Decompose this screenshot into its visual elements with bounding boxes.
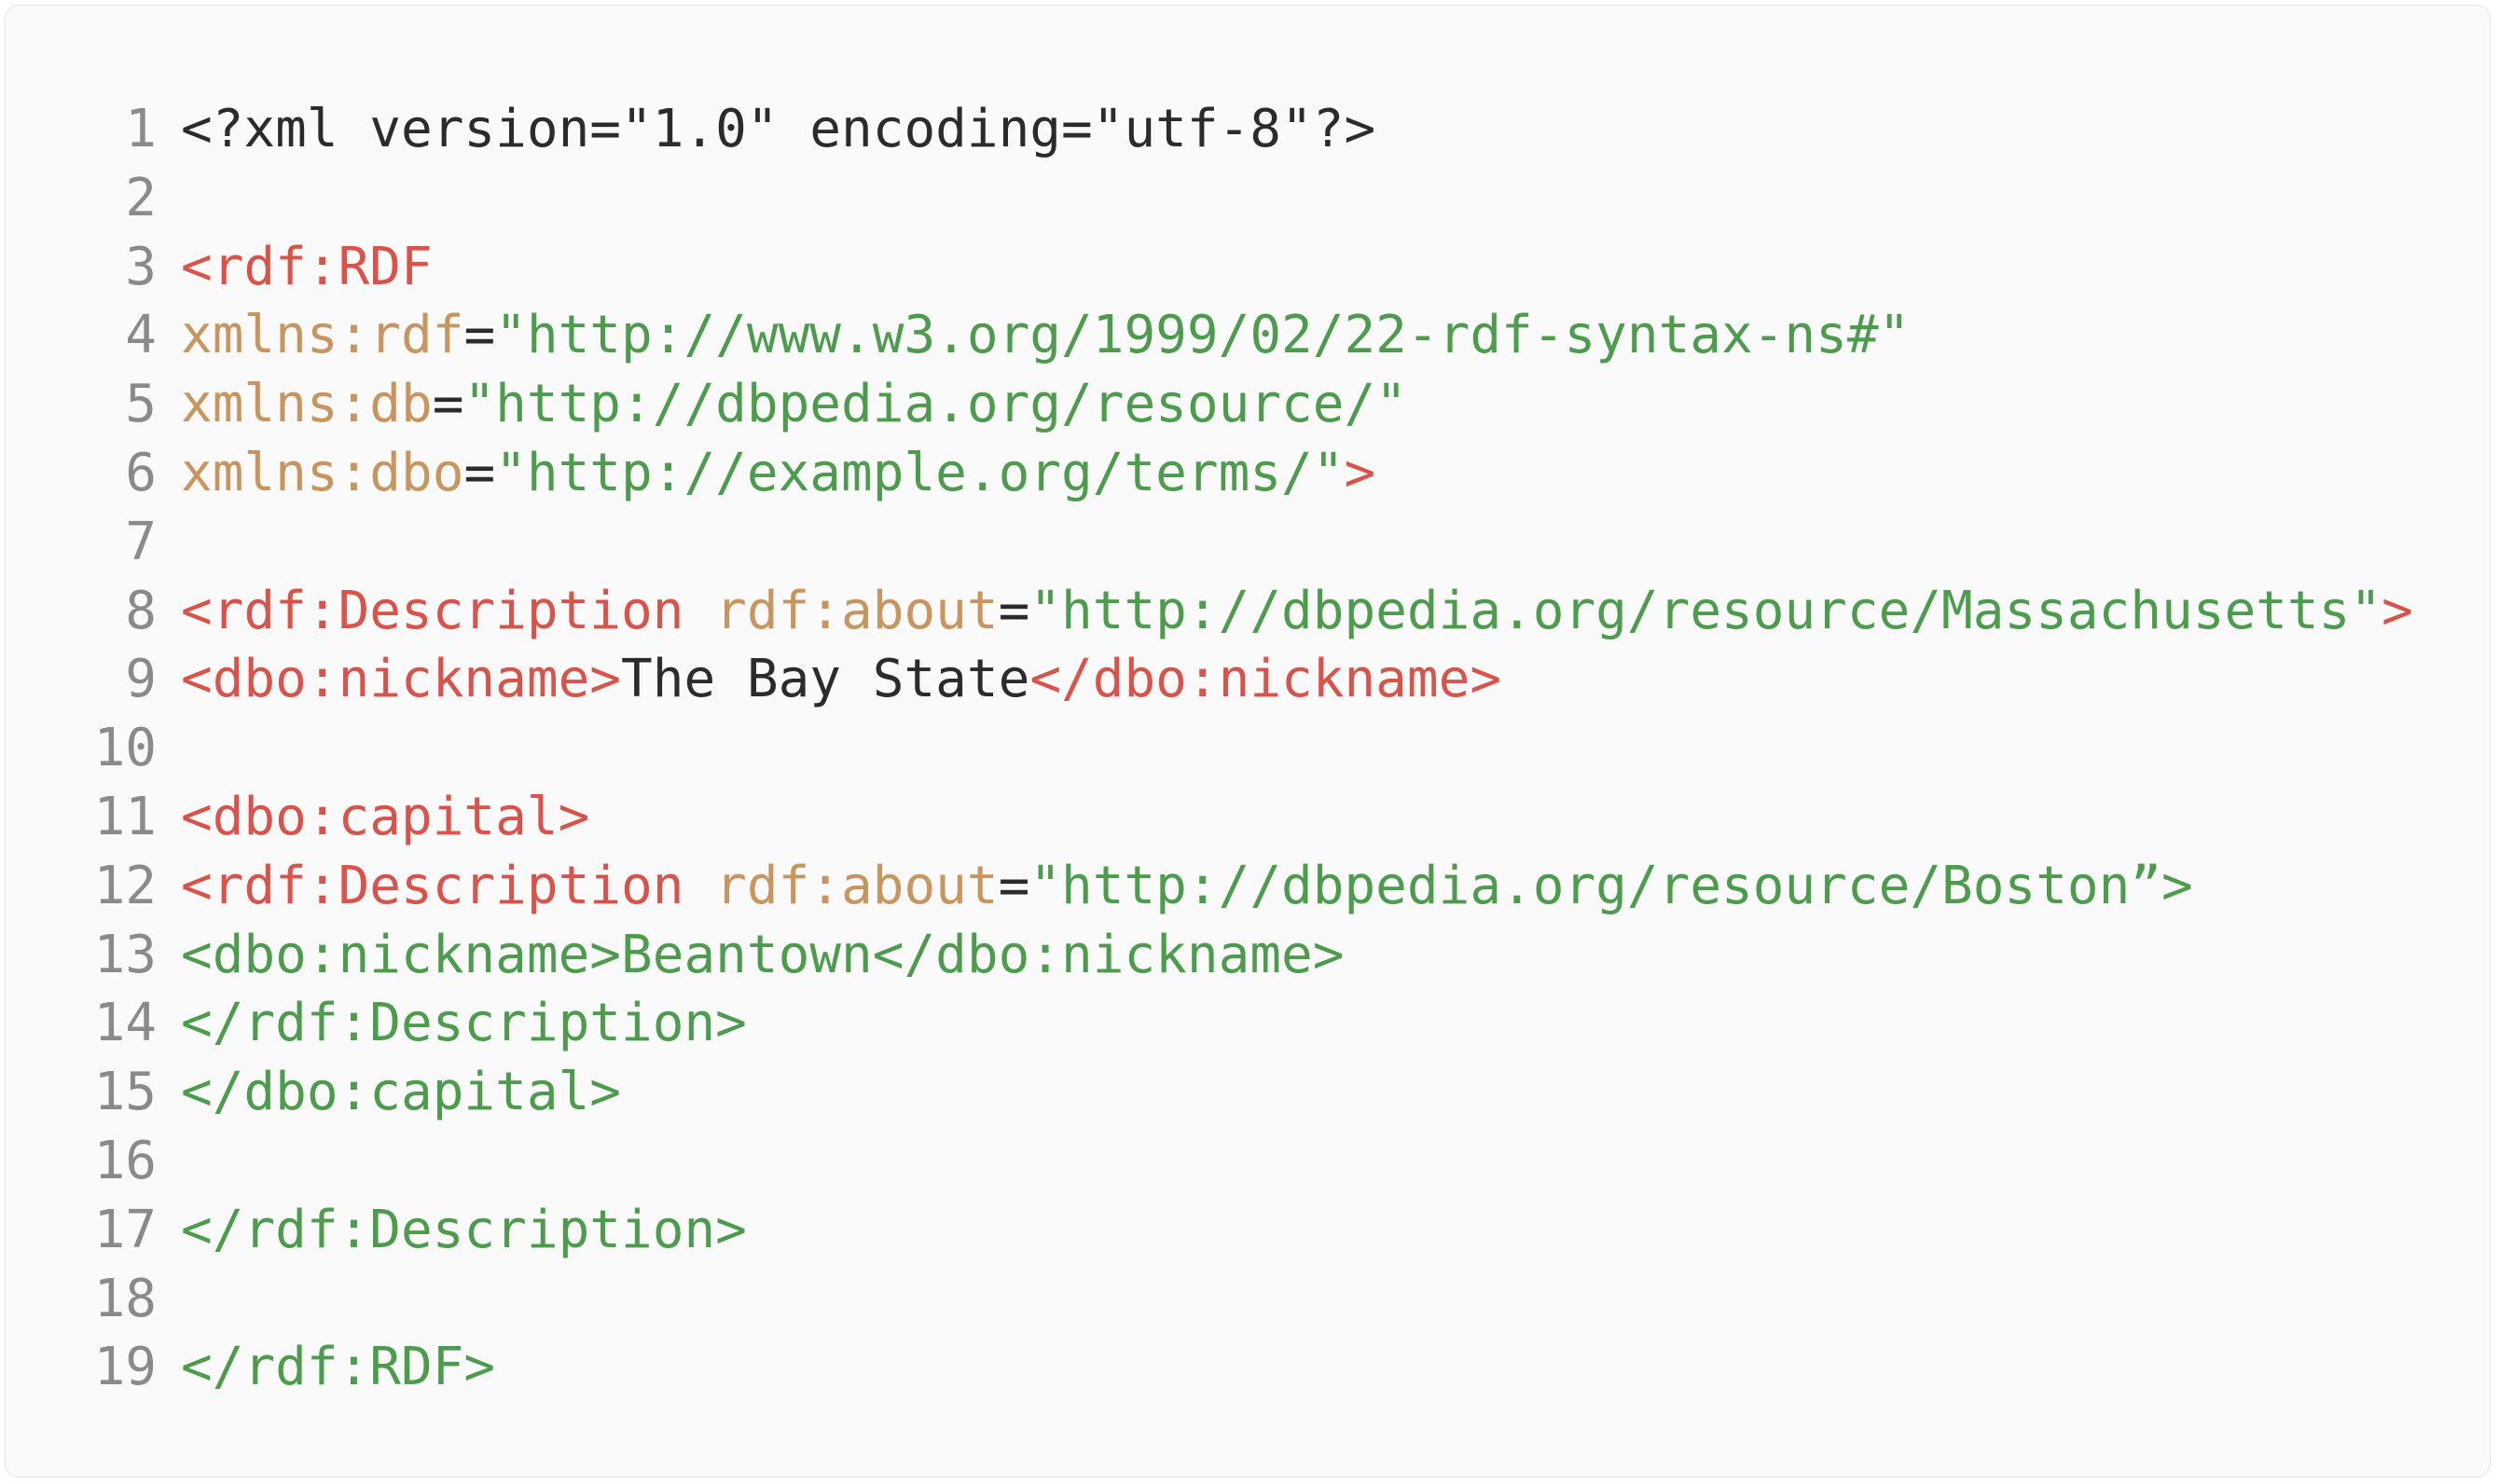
line-number: 3: [125, 236, 157, 297]
line-content: xmlns:db="http://dbpedia.org/resource/": [181, 375, 1407, 444]
line-number: 16: [93, 1130, 157, 1191]
code-line: 19 </rdf:RDF>: [6, 1338, 2413, 1407]
code-text: <?xml version="1.0" encoding="utf-8"?>: [181, 99, 1376, 159]
code-panel: 1 <?xml version="1.0" encoding="utf-8"?> 2…: [6, 6, 2490, 1477]
code-text: The Bay State: [621, 649, 1030, 710]
line-content: <dbo:nickname>The Bay State</dbo:nicknam…: [181, 650, 1501, 719]
code-string: </rdf:Description>: [181, 993, 747, 1054]
code-line: 5 xmlns:db="http://dbpedia.org/resource/": [6, 375, 2413, 444]
line-content: xmlns:dbo="http://example.org/terms/">: [181, 442, 1376, 513]
code-line: 1 <?xml version="1.0" encoding="utf-8"?>: [6, 100, 2413, 169]
code-line: 12 <rdf:Description rdf:about="http://dbp…: [6, 855, 2413, 926]
line-number: 14: [93, 993, 157, 1054]
line-number: 9: [125, 649, 157, 710]
code-punctuation: =: [432, 374, 464, 435]
code-tag: </dbo:nickname>: [1029, 649, 1502, 710]
code-string: "http://example.org/terms/": [495, 442, 1345, 503]
code-string: <dbo:nickname>Beantown</dbo:nickname>: [181, 924, 1345, 985]
code-tag: <rdf:Description: [181, 580, 684, 641]
code-string: </dbo:capital>: [181, 1062, 622, 1123]
code-line: 3 <rdf:RDF: [6, 236, 2413, 307]
code-attribute: rdf:about: [715, 580, 999, 641]
code-string: "http://dbpedia.org/resource/": [463, 374, 1407, 435]
line-number: 15: [93, 1062, 157, 1123]
line-content: <?xml version="1.0" encoding="utf-8"?>: [181, 100, 1375, 169]
line-content: </rdf:RDF>: [181, 1338, 495, 1407]
line-content: xmlns:rdf="http://www.w3.org/1999/02/22-…: [181, 306, 1910, 375]
code-tag: >: [2382, 580, 2413, 641]
code-tag: <rdf:RDF: [181, 236, 433, 297]
line-number: 13: [93, 924, 157, 985]
code-line: 13 <dbo:nickname>Beantown</dbo:nickname>: [6, 924, 2413, 995]
line-number: 11: [93, 786, 157, 847]
code-block: 1 <?xml version="1.0" encoding="utf-8"?> 2…: [6, 100, 2413, 1407]
code-punctuation: =: [463, 305, 496, 366]
code-string: "http://dbpedia.org/resource/Massachuset…: [1029, 580, 2382, 641]
code-attribute: xmlns:dbo: [181, 442, 464, 503]
code-line: 16: [6, 1132, 2413, 1201]
code-string: "http://dbpedia.org/resource/Boston”>: [1029, 855, 2193, 916]
line-number: 2: [125, 167, 157, 228]
code-line: 11 <dbo:capital>: [6, 786, 2413, 857]
code-attribute: rdf:about: [715, 855, 999, 916]
line-number: 8: [125, 580, 157, 641]
code-attribute: xmlns:db: [181, 374, 433, 435]
line-number: 19: [93, 1337, 157, 1398]
code-line: 17 </rdf:Description>: [6, 1199, 2413, 1270]
line-number: 4: [125, 305, 157, 366]
code-line: 18: [6, 1268, 2413, 1339]
code-tag: >: [1344, 442, 1376, 503]
code-line: 10: [6, 719, 2413, 788]
code-string: </rdf:RDF>: [181, 1337, 496, 1398]
line-number: 6: [125, 442, 157, 503]
code-string: "http://www.w3.org/1999/02/22-rdf-syntax…: [495, 305, 1911, 366]
line-content: </rdf:Description>: [181, 994, 747, 1063]
code-punctuation: =: [463, 442, 496, 503]
code-line: 4 xmlns:rdf="http://www.w3.org/1999/02/22…: [6, 306, 2413, 375]
line-content: <rdf:Description rdf:about="http://dbped…: [181, 580, 2413, 651]
code-line: 6 xmlns:dbo="http://example.org/terms/">: [6, 442, 2413, 513]
line-number: 5: [125, 374, 157, 435]
code-string: </rdf:Description>: [181, 1199, 747, 1260]
code-line: 2: [6, 167, 2413, 238]
line-content: </dbo:capital>: [181, 1063, 621, 1132]
code-tag: <rdf:Description: [181, 855, 684, 916]
code-punctuation: =: [998, 580, 1030, 641]
line-number: 7: [125, 511, 157, 572]
code-line: 7: [6, 511, 2413, 582]
code-line: 9 <dbo:nickname>The Bay State</dbo:nickna…: [6, 650, 2413, 719]
code-attribute: xmlns:rdf: [181, 305, 464, 366]
line-number: 12: [93, 855, 157, 916]
code-tag: <dbo:capital>: [181, 786, 590, 847]
line-content: </rdf:Description>: [181, 1199, 747, 1270]
code-line: 8 <rdf:Description rdf:about="http://dbpe…: [6, 580, 2413, 651]
code-line: 15 </dbo:capital>: [6, 1063, 2413, 1132]
code-line: 14 </rdf:Description>: [6, 994, 2413, 1063]
code-tag: <dbo:nickname>: [181, 649, 622, 710]
line-content: <dbo:nickname>Beantown</dbo:nickname>: [181, 924, 1345, 995]
line-content: <dbo:capital>: [181, 786, 590, 857]
line-number: 17: [93, 1199, 157, 1260]
line-number: 10: [93, 718, 157, 779]
code-punctuation: =: [998, 855, 1030, 916]
line-number: 1: [125, 99, 157, 159]
line-content: <rdf:RDF: [181, 236, 433, 307]
line-number: 18: [93, 1268, 157, 1329]
line-content: <rdf:Description rdf:about="http://dbped…: [181, 855, 2193, 926]
